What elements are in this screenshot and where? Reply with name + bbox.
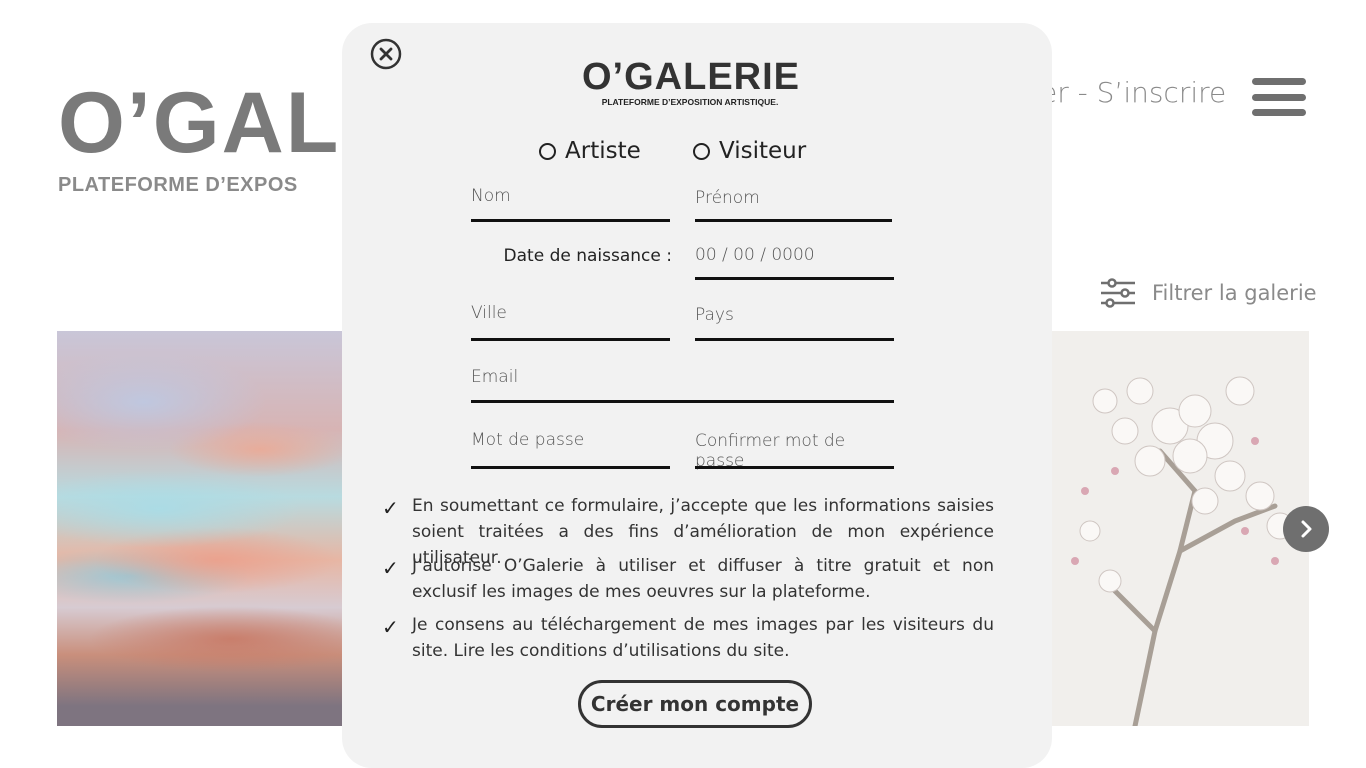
checkmark-icon: ✓: [382, 615, 399, 639]
checkmark-icon: ✓: [382, 496, 399, 520]
artwork-cherry-blossom[interactable]: [1045, 331, 1309, 726]
first-name-placeholder: Prénom: [695, 188, 760, 208]
last-name-field[interactable]: Nom: [471, 186, 670, 222]
consent-text-2: J’autorise O’Galerie à utiliser et diffu…: [412, 556, 994, 602]
city-field[interactable]: Ville: [471, 303, 670, 341]
password-placeholder: Mot de passe: [471, 430, 585, 450]
email-field[interactable]: Email: [471, 367, 894, 403]
site-tagline: PLATEFORME D’EXPOS: [58, 174, 298, 196]
radio-visiteur[interactable]: Visiteur: [693, 138, 806, 164]
next-artwork-button[interactable]: [1283, 506, 1329, 552]
last-name-placeholder: Nom: [471, 186, 511, 206]
country-field[interactable]: Pays: [695, 305, 894, 341]
radio-circle-icon: [539, 142, 556, 160]
close-circle-icon: [370, 38, 402, 70]
confirm-password-field[interactable]: Confirmer mot de passe: [695, 431, 894, 471]
birthdate-label: Date de naissance :: [503, 246, 672, 266]
first-name-field[interactable]: Prénom: [695, 188, 892, 222]
cherry-blossom-illustration: [1071, 376, 1294, 726]
modal-logo-tagline: PLATEFORME D’EXPOSITION ARTISTIQUE.: [601, 97, 779, 107]
birthdate-field[interactable]: 00 / 00 / 0000: [695, 245, 894, 280]
confirm-password-placeholder: Confirmer mot de passe: [695, 431, 846, 471]
radio-artiste-label: Artiste: [565, 138, 641, 164]
site-logo-title[interactable]: O’GAL: [58, 80, 340, 166]
birthdate-placeholder: 00 / 00 / 0000: [695, 245, 815, 265]
create-account-button[interactable]: Créer mon compte: [578, 680, 812, 728]
modal-logo: O’GALERIE PLATEFORME D’EXPOSITION ARTIST…: [582, 56, 801, 107]
artwork-abstract-fluid[interactable]: [57, 331, 347, 726]
radio-artiste[interactable]: Artiste: [539, 138, 641, 164]
close-modal-button[interactable]: [370, 38, 402, 70]
modal-logo-title: O’GALERIE: [582, 56, 801, 98]
radio-circle-icon: [693, 142, 710, 160]
password-field[interactable]: Mot de passe: [471, 430, 670, 469]
hamburger-menu-icon[interactable]: [1252, 78, 1306, 116]
email-placeholder: Email: [471, 367, 519, 387]
checkmark-icon: ✓: [382, 556, 399, 580]
auth-links[interactable]: er - S’inscrire: [1040, 76, 1226, 109]
city-placeholder: Ville: [471, 303, 507, 323]
chevron-right-icon: [1301, 520, 1312, 538]
radio-visiteur-label: Visiteur: [719, 138, 807, 164]
sliders-filter-icon: [1101, 278, 1135, 308]
country-placeholder: Pays: [695, 305, 734, 325]
consent-text-3: Je consens au téléchargement de mes imag…: [412, 615, 994, 661]
filter-label: Filtrer la galerie: [1152, 281, 1317, 305]
filter-gallery-button[interactable]: Filtrer la galerie: [1100, 278, 1317, 308]
